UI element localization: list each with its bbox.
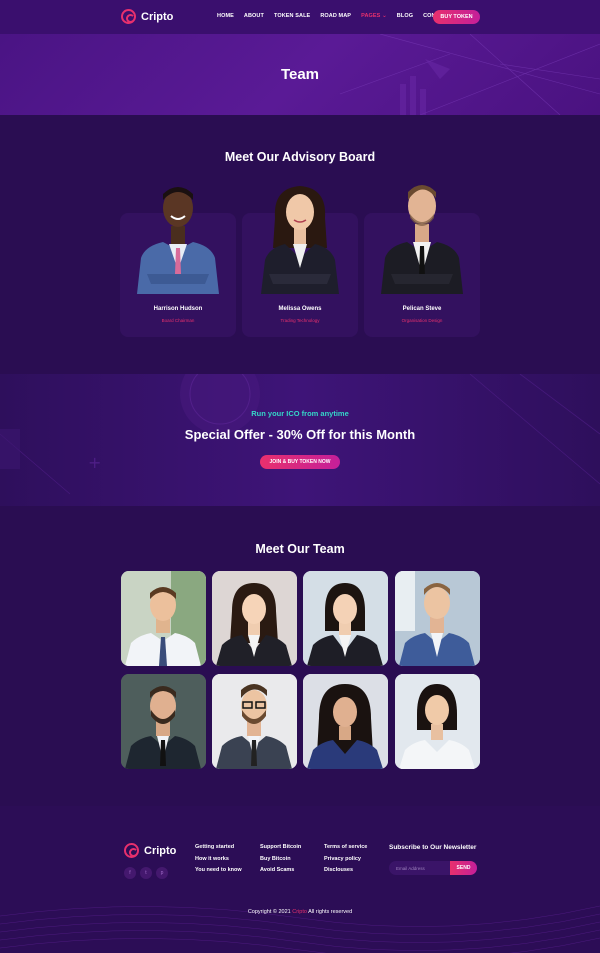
footer-link-disclouses[interactable]: Disclouses <box>324 867 353 873</box>
nav-pages-label: PAGES <box>361 13 381 19</box>
logo-icon <box>124 843 139 858</box>
team-member-figure <box>212 674 297 769</box>
footer-wave-graphic <box>0 905 600 953</box>
logo-text: Cripto <box>141 10 174 23</box>
team-member-figure <box>303 571 388 666</box>
site-footer <box>0 806 600 953</box>
advisor-role: Trading Technology <box>280 318 320 323</box>
team-member-photo[interactable] <box>121 571 206 666</box>
footer-link-buy-bitcoin[interactable]: Buy Bitcoin <box>260 856 291 862</box>
pinterest-icon[interactable]: p <box>156 867 168 879</box>
advisor-name: Harrison Hudson <box>153 306 203 312</box>
svg-text:+: + <box>88 453 101 472</box>
page-title: Team <box>280 66 320 83</box>
team-member-photo[interactable] <box>395 571 480 666</box>
buy-token-button[interactable]: BUY TOKEN <box>433 10 480 24</box>
copyright-suffix: All rights reserved <box>308 909 353 915</box>
copyright-brand[interactable]: Cripto <box>292 909 307 915</box>
logo-icon <box>121 9 136 24</box>
nav-about[interactable]: ABOUT <box>244 13 264 19</box>
site-header: Cripto HOME ABOUT TOKEN SALE ROAD MAP PA… <box>0 0 600 34</box>
team-member-figure <box>212 571 297 666</box>
footer-link-avoid-scams[interactable]: Avoid Scams <box>260 867 294 873</box>
advisor-photo <box>261 186 339 294</box>
advisor-name: Pelican Steve <box>402 306 442 312</box>
team-member-figure <box>303 674 388 769</box>
team-member-figure <box>121 571 206 666</box>
advisor-name: Melissa Owens <box>278 306 322 312</box>
facebook-icon[interactable]: f <box>124 867 136 879</box>
offer-subtitle: Run your ICO from anytime <box>251 409 349 418</box>
newsletter-email-input[interactable] <box>389 861 451 875</box>
advisor-photo <box>381 185 463 294</box>
team-member-photo[interactable] <box>303 674 388 769</box>
team-member-figure <box>395 571 480 666</box>
logo[interactable]: Cripto <box>121 9 173 24</box>
advisory-title: Meet Our Advisory Board <box>224 150 376 164</box>
footer-link-support-bitcoin[interactable]: Support Bitcoin <box>260 844 301 850</box>
team-member-photo[interactable] <box>121 674 206 769</box>
page-hero: Team <box>0 34 600 115</box>
newsletter-send-button[interactable]: SEND <box>450 861 477 875</box>
footer-logo[interactable]: Cripto <box>124 843 176 858</box>
footer-link-getting-started[interactable]: Getting started <box>195 844 234 850</box>
join-buy-token-button[interactable]: JOIN & BUY TOKEN NOW <box>260 455 340 469</box>
nav-pages[interactable]: PAGES ⌄ <box>361 13 387 19</box>
team-member-figure <box>395 674 480 769</box>
newsletter-title: Subscribe to Our Newsletter <box>389 844 477 851</box>
chevron-down-icon: ⌄ <box>382 13 387 19</box>
team-title: Meet Our Team <box>255 542 345 556</box>
copyright-prefix: Copyright © 2021 <box>247 909 291 915</box>
footer-logo-text: Cripto <box>144 844 177 857</box>
main-nav: HOME ABOUT TOKEN SALE ROAD MAP PAGES ⌄ B… <box>217 13 460 19</box>
nav-blog[interactable]: BLOG <box>397 13 413 19</box>
team-member-photo[interactable] <box>212 674 297 769</box>
team-member-photo[interactable] <box>212 571 297 666</box>
footer-link-terms[interactable]: Terms of service <box>324 844 367 850</box>
nav-token-sale[interactable]: TOKEN SALE <box>274 13 310 19</box>
nav-home[interactable]: HOME <box>217 13 234 19</box>
offer-title: Special Offer - 30% Off for this Month <box>184 427 416 442</box>
copyright: Copyright © 2021 Cripto All rights reser… <box>0 909 600 915</box>
footer-link-need-to-know[interactable]: You need to know <box>195 867 242 873</box>
footer-link-how-it-works[interactable]: How it works <box>195 856 229 862</box>
team-member-figure <box>121 674 206 769</box>
twitter-icon[interactable]: t <box>140 867 152 879</box>
team-member-photo[interactable] <box>395 674 480 769</box>
team-member-photo[interactable] <box>303 571 388 666</box>
nav-road-map[interactable]: ROAD MAP <box>320 13 351 19</box>
footer-link-privacy[interactable]: Privacy policy <box>324 856 361 862</box>
advisor-photo <box>137 187 219 294</box>
advisor-role: Organisation Design <box>401 318 443 323</box>
advisor-role: Board Chairman <box>161 318 195 323</box>
